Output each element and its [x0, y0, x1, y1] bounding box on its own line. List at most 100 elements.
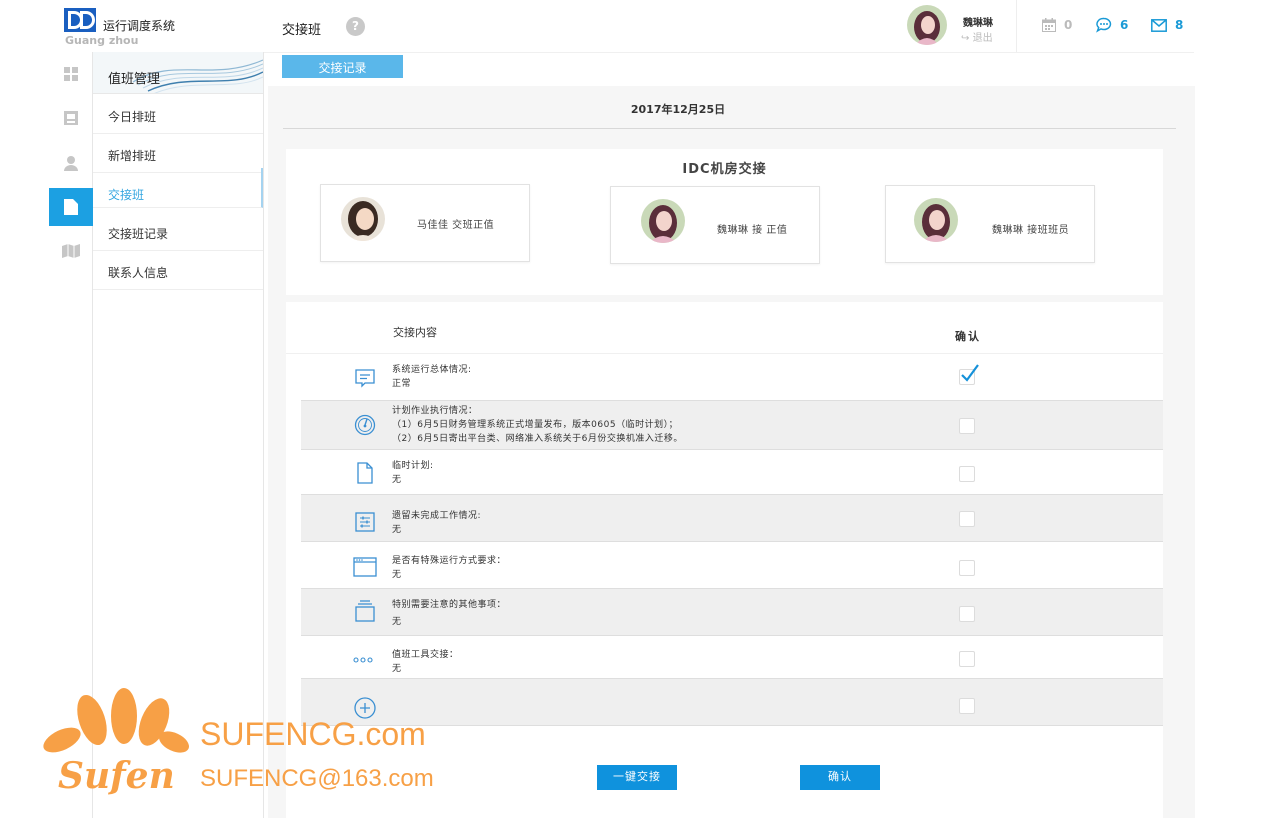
confirm-checkbox[interactable] — [959, 698, 975, 714]
handover-row-add — [301, 678, 1163, 726]
handover-date: 2017年12月25日 — [630, 103, 726, 116]
mail-icon — [1151, 18, 1167, 32]
person-label: 马佳佳 交班正值 — [417, 220, 495, 231]
handover-people-card: IDC机房交接 马佳佳 交班正值 魏琳琳 接 正值 魏琳琳 接班班员 — [286, 149, 1163, 295]
card-title: IDC机房交接 — [682, 162, 767, 177]
user-icon — [64, 156, 78, 171]
confirm-checkbox[interactable] — [959, 651, 975, 667]
person-label: 魏琳琳 接 正值 — [717, 225, 788, 236]
sidebar-item-contacts[interactable]: 联系人信息 — [93, 251, 263, 290]
page-title: 交接班 — [282, 23, 322, 38]
mail-stat[interactable]: 8 — [1151, 18, 1183, 32]
calendar-count: 0 — [1064, 18, 1073, 32]
person-card-incoming-member[interactable]: 魏琳琳 接班班员 — [885, 185, 1095, 263]
person-label: 魏琳琳 接班班员 — [992, 225, 1070, 236]
handover-row: 是否有特殊运行方式要求： 无 — [301, 542, 1163, 588]
confirm-checkbox[interactable] — [959, 466, 975, 482]
date-divider — [283, 128, 1176, 129]
row-value: 无 — [392, 664, 402, 674]
avatar — [914, 198, 958, 242]
rail-map[interactable] — [49, 232, 93, 270]
mail-count: 8 — [1175, 18, 1184, 32]
calendar-stat[interactable]: 0 — [1042, 18, 1072, 32]
message-icon — [355, 369, 375, 388]
row-title: 计划作业执行情况： — [392, 406, 478, 416]
confirm-checkbox[interactable] — [959, 560, 975, 576]
calendar-icon — [1042, 18, 1056, 32]
watermark-brand: Sufen — [58, 755, 175, 797]
gauge-icon — [354, 414, 376, 436]
document-icon — [64, 199, 78, 215]
confirm-checkbox[interactable] — [959, 418, 975, 434]
logout-link[interactable]: ↪ 退出 — [961, 29, 993, 44]
rail-id-card[interactable] — [49, 99, 93, 137]
sidebar-item-label: 今日排班 — [108, 110, 157, 124]
checkmark-icon — [961, 364, 979, 382]
row-title: 系统运行总体情况: — [392, 365, 472, 375]
avatar-image — [641, 199, 685, 243]
person-card-outgoing[interactable]: 马佳佳 交班正值 — [320, 184, 530, 262]
row-value: 无 — [392, 525, 402, 535]
row-value: 无 — [392, 617, 402, 627]
rail-user[interactable] — [49, 144, 93, 182]
handover-row: 遗留未完成工作情况: 无 — [301, 494, 1163, 542]
avatar — [341, 197, 385, 241]
header-separator — [1016, 0, 1017, 52]
window-icon — [353, 557, 377, 577]
watermark-flower-logo — [43, 688, 189, 753]
sidebar-title: 值班管理 — [108, 72, 161, 87]
chat-icon — [1096, 17, 1112, 33]
help-icon[interactable]: ? — [346, 17, 365, 36]
sidebar-item-label: 交接班 — [108, 188, 145, 202]
tab-handover-records[interactable]: 交接记录 — [282, 55, 403, 78]
row-value: 正常 — [392, 379, 412, 389]
stack-icon — [355, 600, 375, 622]
column-header-confirm: 确认 — [955, 330, 981, 343]
avatar-image — [907, 5, 947, 45]
row-title: 临时计划: — [392, 461, 434, 471]
sliders-icon — [355, 512, 375, 532]
avatar[interactable] — [907, 5, 947, 45]
confirm-checkbox[interactable] — [959, 606, 975, 622]
avatar-image — [914, 198, 958, 242]
rail-grid[interactable] — [49, 55, 93, 93]
handover-row: 系统运行总体情况: 正常 — [301, 354, 1163, 400]
sidebar-item-handover[interactable]: 交接班 — [93, 168, 263, 208]
file-icon — [357, 462, 373, 484]
sidebar-item-today-schedule[interactable]: 今日排班 — [93, 95, 263, 134]
sidebar-item-handover-records[interactable]: 交接班记录 — [93, 212, 263, 251]
one-click-handover-button[interactable]: 一键交接 — [597, 765, 677, 790]
row-title: 遗留未完成工作情况: — [392, 511, 482, 521]
row-title: 值班工具交接： — [392, 650, 459, 660]
sidebar-item-label: 交接班记录 — [108, 227, 169, 241]
confirm-button[interactable]: 确认 — [800, 765, 880, 790]
sidebar-item-label: 联系人信息 — [108, 266, 169, 280]
dots-icon — [353, 657, 373, 663]
chat-stat[interactable]: 6 — [1096, 17, 1128, 33]
id-card-icon — [64, 111, 78, 125]
handover-row: 临时计划: 无 — [301, 450, 1163, 494]
watermark-email: SUFENCG@163.com — [200, 765, 434, 792]
handover-row: 计划作业执行情况： （1）6月5日财务管理系统正式增量发布，版本0605（临时计… — [301, 400, 1163, 450]
chat-count: 6 — [1120, 18, 1129, 32]
confirm-checkbox[interactable] — [959, 511, 975, 527]
avatar-image — [341, 197, 385, 241]
grid-icon — [64, 67, 78, 81]
row-value: （1）6月5日财务管理系统正式增量发布，版本0605（临时计划）； — [392, 420, 679, 430]
sidebar-header: 值班管理 — [93, 52, 263, 94]
rail-document[interactable] — [49, 188, 93, 226]
map-icon — [62, 244, 80, 258]
handover-row: 特别需要注意的其他事项： 无 — [301, 588, 1163, 636]
app-title: 运行调度系统 — [103, 19, 176, 33]
sidebar-item-label: 新增排班 — [108, 149, 157, 163]
row-value: （2）6月5日寄出平台类、网络准入系统关于6月份交换机准入迁移。 — [392, 434, 683, 444]
logo-icon — [64, 8, 96, 32]
person-card-incoming-lead[interactable]: 魏琳琳 接 正值 — [610, 186, 820, 264]
logout-label: 退出 — [972, 33, 993, 44]
row-title: 是否有特殊运行方式要求： — [392, 556, 507, 566]
user-name: 魏琳琳 — [963, 18, 993, 29]
avatar — [641, 199, 685, 243]
row-value: 无 — [392, 475, 402, 485]
logout-icon: ↪ — [961, 33, 970, 44]
confirm-checkbox-checked[interactable] — [959, 364, 979, 385]
